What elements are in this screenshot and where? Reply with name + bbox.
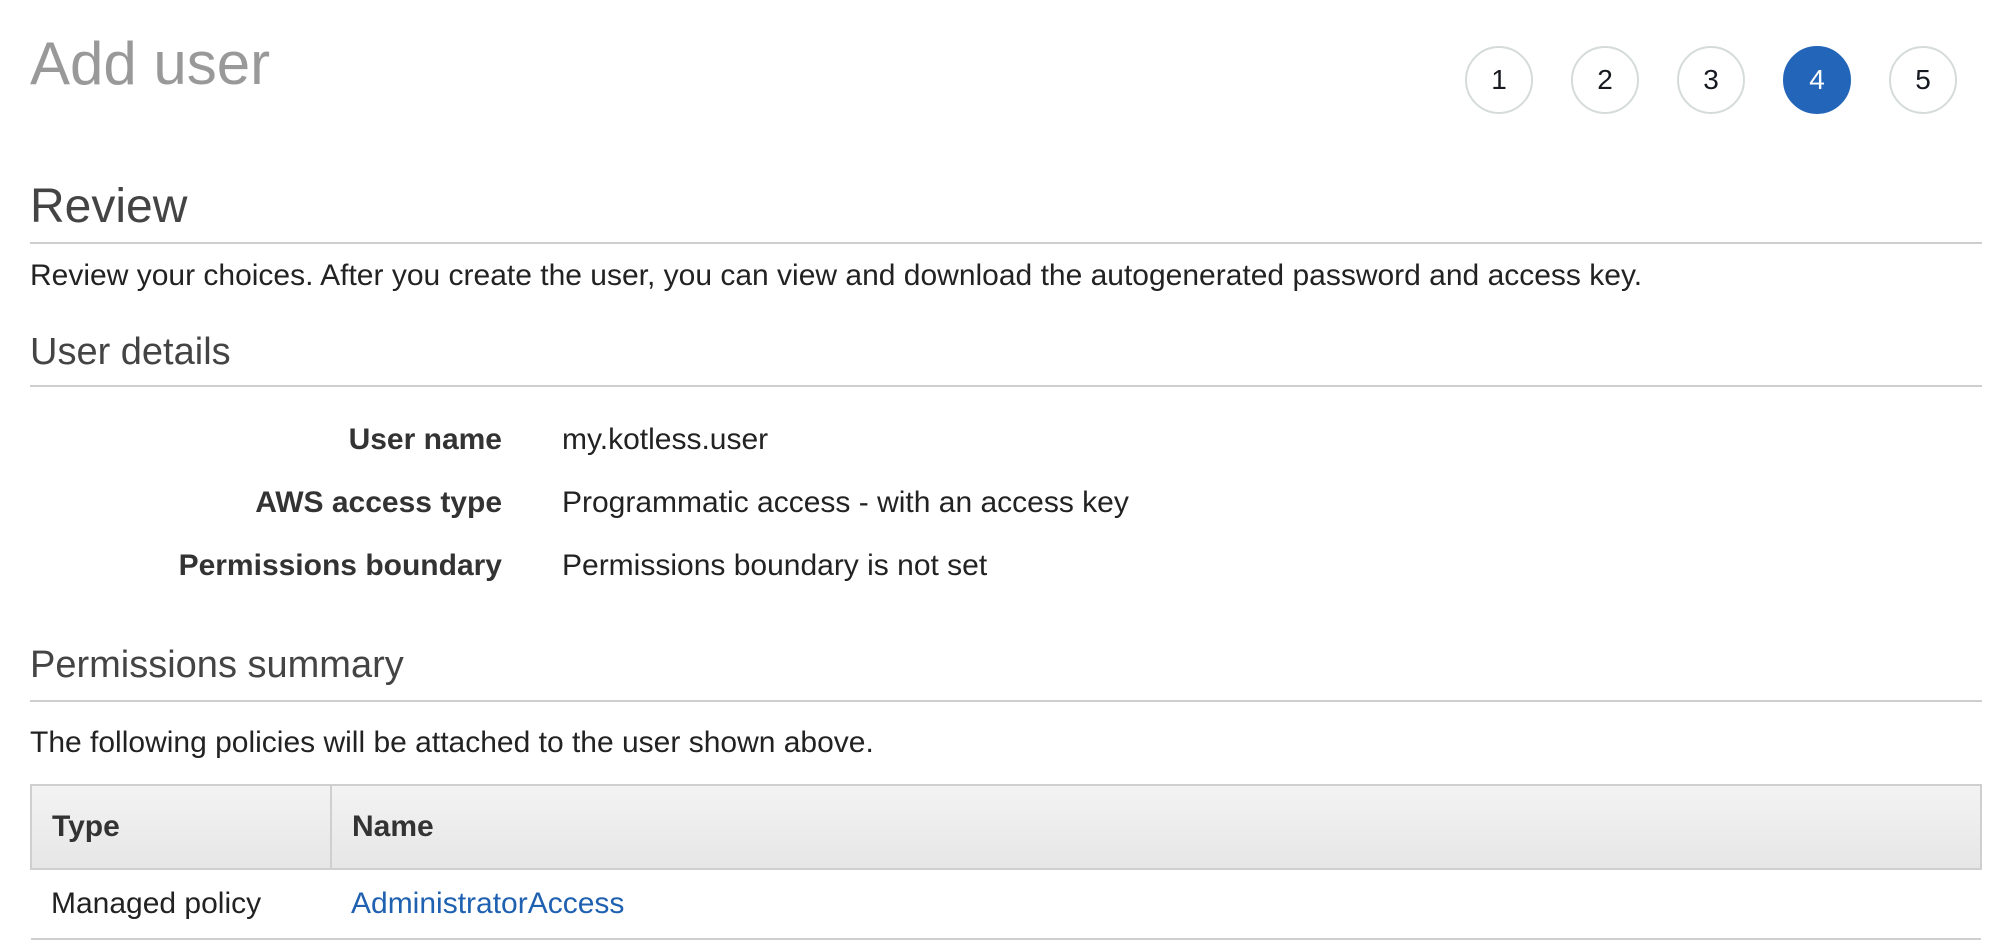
add-user-page: Add user 1 2 3 4 5 Review Review your ch…	[0, 0, 2008, 952]
detail-row-access-type: AWS access type Programmatic access - wi…	[30, 471, 1982, 534]
divider	[30, 242, 1982, 244]
divider	[30, 385, 1982, 387]
table-header-row: Type Name	[30, 784, 1982, 870]
detail-row-permissions-boundary: Permissions boundary Permissions boundar…	[30, 534, 1982, 597]
user-details-heading: User details	[30, 331, 231, 373]
review-heading: Review	[30, 180, 188, 233]
step-4-current[interactable]: 4	[1783, 46, 1851, 114]
user-details-list: User name my.kotless.user AWS access typ…	[30, 408, 1982, 597]
detail-label: AWS access type	[255, 485, 502, 519]
step-3[interactable]: 3	[1677, 46, 1745, 114]
column-header-name: Name	[330, 784, 1982, 870]
step-1[interactable]: 1	[1465, 46, 1533, 114]
detail-value: Programmatic access - with an access key	[562, 485, 1129, 519]
policy-type-cell: Managed policy	[31, 869, 331, 940]
policies-table: Type Name Managed policy AdministratorAc…	[30, 784, 1982, 940]
step-2[interactable]: 2	[1571, 46, 1639, 114]
permissions-description: The following policies will be attached …	[30, 726, 874, 759]
permissions-summary-heading: Permissions summary	[30, 644, 404, 686]
policy-link[interactable]: AdministratorAccess	[351, 887, 624, 920]
step-5[interactable]: 5	[1889, 46, 1957, 114]
detail-row-user-name: User name my.kotless.user	[30, 408, 1982, 471]
divider	[30, 700, 1982, 702]
review-description: Review your choices. After you create th…	[30, 259, 1643, 292]
wizard-steps: 1 2 3 4 5	[1465, 46, 1995, 114]
detail-value: my.kotless.user	[562, 422, 769, 456]
policy-name-cell: AdministratorAccess	[331, 869, 1981, 940]
page-title: Add user	[30, 30, 271, 97]
detail-label: Permissions boundary	[178, 548, 502, 582]
table-row: Managed policy AdministratorAccess	[31, 869, 1981, 940]
column-header-type: Type	[30, 784, 332, 870]
detail-value: Permissions boundary is not set	[562, 548, 988, 582]
detail-label: User name	[348, 422, 502, 456]
